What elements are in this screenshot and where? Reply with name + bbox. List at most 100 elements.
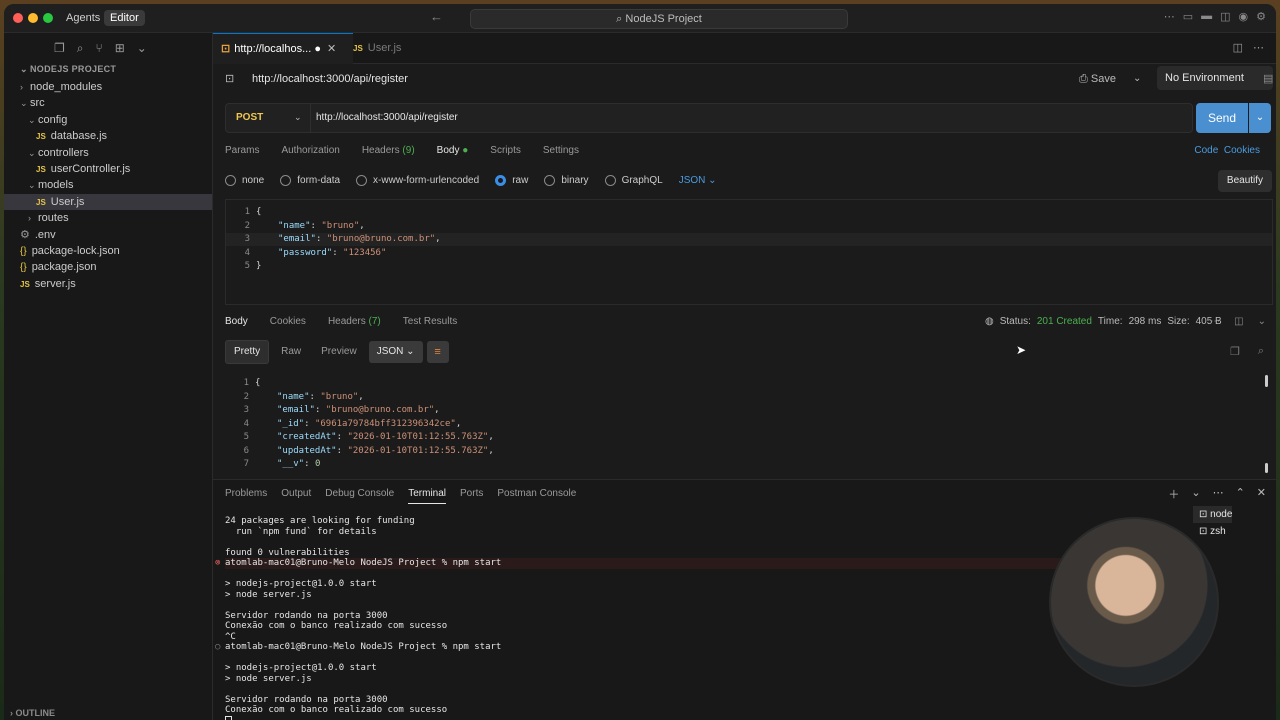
body-format-select[interactable]: JSON ⌄ — [679, 175, 717, 186]
layout-icon[interactable]: ◫ — [1234, 316, 1243, 327]
tab-debug-console[interactable]: Debug Console — [325, 488, 394, 504]
radio-binary[interactable] — [544, 175, 556, 186]
close-window-button[interactable] — [13, 13, 23, 23]
method-selector[interactable]: POST — [236, 112, 263, 123]
tree-item[interactable]: ⌄ controllers — [4, 145, 212, 161]
scrollbar-thumb[interactable] — [1265, 463, 1268, 473]
url-input[interactable]: http://localhost:3000/api/register — [316, 112, 458, 123]
beautify-button[interactable]: Beautify — [1218, 170, 1272, 192]
tab-authorization[interactable]: Authorization — [281, 145, 339, 156]
layout-icon[interactable]: ◫ — [1220, 10, 1230, 23]
copy-icon[interactable]: ❐ — [1230, 345, 1240, 358]
tree-item[interactable]: JS userController.js — [4, 161, 212, 177]
tab-scripts[interactable]: Scripts — [490, 145, 521, 156]
radio-graphql[interactable] — [604, 175, 616, 186]
tree-item[interactable]: › node_modules — [4, 79, 212, 95]
chevron-down-icon[interactable]: ⌄ — [294, 112, 302, 123]
radio-none[interactable] — [225, 175, 236, 186]
tab-ports[interactable]: Ports — [460, 488, 483, 504]
response-body-viewer[interactable]: 1{2 "name": "bruno", 3 "email": "bruno@brun… — [225, 371, 1265, 471]
command-search[interactable]: ⌕ NodeJS Project — [470, 9, 848, 29]
tab-settings[interactable]: Settings — [543, 145, 579, 156]
view-pretty[interactable]: Pretty — [225, 340, 270, 364]
environment-selector[interactable]: No Environment — [1157, 66, 1273, 90]
tree-item[interactable]: {} package.json — [4, 259, 212, 275]
tree-item[interactable]: ⌄ config — [4, 112, 212, 128]
radio-form-data[interactable] — [280, 175, 292, 186]
tree-item[interactable]: ⚙ .env — [4, 227, 212, 243]
terminal-output[interactable]: 24 packages are looking for funding run … — [215, 516, 1065, 720]
chevron-down-icon[interactable]: ⌄ — [1258, 316, 1266, 327]
split-editor-icon[interactable]: ◫ — [1233, 41, 1243, 54]
tab-postman-console[interactable]: Postman Console — [497, 488, 576, 504]
save-button[interactable]: ⎙ Save — [1079, 73, 1116, 86]
tab-test-results[interactable]: Test Results — [403, 316, 457, 327]
view-raw[interactable]: Raw — [273, 341, 309, 363]
tab-body[interactable]: Body ● — [437, 145, 469, 156]
source-control-icon[interactable]: ⑂ — [96, 41, 103, 56]
tree-item[interactable]: JS server.js — [4, 276, 212, 292]
tree-item[interactable]: JS User.js — [4, 193, 212, 210]
tab-response-body[interactable]: Body — [225, 316, 248, 327]
code-link[interactable]: Code — [1194, 145, 1218, 156]
terminal-cursor[interactable] — [225, 715, 1065, 720]
agents-tab[interactable]: Agents — [60, 10, 106, 26]
close-panel-icon[interactable]: ✕ — [1257, 486, 1266, 502]
tab-params[interactable]: Params — [225, 145, 259, 156]
tab-headers[interactable]: Headers (9) — [362, 145, 415, 156]
view-preview[interactable]: Preview — [313, 341, 365, 363]
tree-item[interactable]: ⌄ models — [4, 177, 212, 193]
editor-tab[interactable]: Editor — [104, 10, 145, 26]
radio-raw[interactable] — [495, 175, 507, 186]
tab-request[interactable]: ⊡ http://localhos... ● ✕ — [213, 33, 353, 64]
wrap-lines-icon[interactable]: ≡ — [426, 341, 449, 363]
more-icon[interactable]: ⋯ — [1164, 10, 1175, 23]
tab-response-headers[interactable]: Headers (7) — [328, 316, 381, 327]
cookies-link[interactable]: Cookies — [1224, 145, 1260, 156]
toggle-panel-icon[interactable]: ▬ — [1201, 10, 1212, 23]
more-icon[interactable]: ⋯ — [1213, 486, 1224, 502]
new-terminal-icon[interactable]: ＋ — [1168, 486, 1179, 502]
chevron-down-icon[interactable]: ⌄ — [20, 64, 30, 75]
tab-problems[interactable]: Problems — [225, 488, 267, 504]
close-icon[interactable]: ✕ — [327, 43, 336, 55]
search-files-icon[interactable]: ⌕ — [77, 41, 84, 56]
request-body-editor[interactable]: 1{2 "name": "bruno", 3 "email": "bruno@brun… — [225, 199, 1273, 305]
chevron-down-icon[interactable]: ⌄ — [137, 41, 147, 56]
settings-gear-icon[interactable]: ⚙ — [1256, 10, 1266, 23]
tab-response-cookies[interactable]: Cookies — [270, 316, 306, 327]
terminal-process-node[interactable]: ⊡ node — [1193, 506, 1233, 523]
maximize-window-button[interactable] — [43, 13, 53, 23]
tree-item[interactable]: ⌄ src — [4, 95, 212, 111]
tree-item[interactable]: › routes — [4, 210, 212, 226]
accounts-icon[interactable]: ◉ — [1239, 10, 1249, 23]
tree-item[interactable]: JS database.js — [4, 128, 212, 144]
more-actions-icon[interactable]: ⋯ — [1253, 41, 1264, 54]
save-options-chevron-icon[interactable]: ⌄ — [1133, 73, 1141, 84]
more-icon[interactable]: ⋯ — [1210, 316, 1220, 327]
extensions-icon[interactable]: ⊞ — [115, 41, 125, 56]
minimize-window-button[interactable] — [28, 13, 38, 23]
response-time[interactable]: 298 ms — [1129, 316, 1162, 327]
response-format-select[interactable]: JSON ⌄ — [368, 341, 423, 363]
tab-user-js[interactable]: JS User.js — [345, 33, 409, 63]
send-options-chevron-icon[interactable]: ⌄ — [1249, 103, 1271, 133]
search-icon[interactable]: ⌕ — [1258, 345, 1264, 358]
request-title[interactable]: http://localhost:3000/api/register — [252, 73, 408, 85]
scrollbar-thumb[interactable] — [1265, 375, 1268, 387]
back-arrow-icon[interactable]: ← — [430, 9, 443, 24]
outline-section[interactable]: › OUTLINE — [10, 708, 55, 718]
explorer-sidebar: ❐ ⌕ ⑂ ⊞ ⌄ ⌄ NODEJS PROJECT › node_modules ⌄… — [4, 33, 213, 720]
chevron-down-icon[interactable]: ⌄ — [1191, 486, 1200, 502]
tree-item[interactable]: {} package-lock.json — [4, 243, 212, 259]
environment-settings-icon[interactable]: ▤ — [1263, 72, 1273, 85]
send-button[interactable]: Send — [1196, 103, 1248, 133]
terminal-process-zsh[interactable]: ⊡ zsh — [1193, 523, 1232, 540]
status-badge[interactable]: 201 Created — [1037, 316, 1092, 327]
radio-urlencoded[interactable] — [356, 175, 368, 186]
tab-output[interactable]: Output — [281, 488, 311, 504]
maximize-panel-icon[interactable]: ⌃ — [1236, 486, 1245, 502]
files-icon[interactable]: ❐ — [54, 41, 65, 56]
toggle-sidebar-icon[interactable]: ▭ — [1183, 10, 1193, 23]
tab-terminal[interactable]: Terminal — [408, 488, 447, 504]
